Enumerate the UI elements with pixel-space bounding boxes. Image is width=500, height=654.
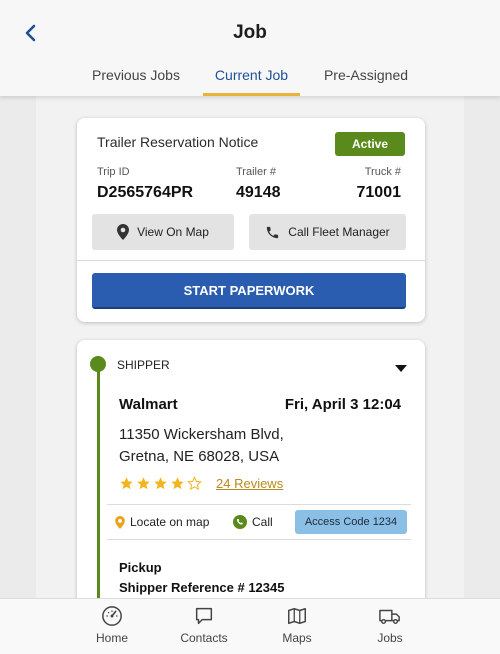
timeline-line [97, 368, 100, 598]
map-pin-icon [115, 515, 125, 529]
truck-value: 71001 [356, 184, 402, 201]
speedometer-icon [102, 606, 122, 626]
trip-id-label: Trip ID [97, 166, 130, 178]
tab-current-job[interactable]: Current Job [203, 56, 300, 96]
trailer-label: Trailer # [236, 166, 276, 178]
star-empty-icon [187, 476, 202, 491]
access-code-button[interactable]: Access Code 1234 [295, 510, 407, 534]
locate-on-map-button[interactable]: Locate on map [115, 505, 209, 539]
nav-contacts-label: Contacts [180, 631, 228, 645]
map-pin-icon [117, 224, 130, 240]
card-divider [77, 260, 425, 261]
phone-icon [267, 226, 279, 238]
nav-maps-label: Maps [282, 631, 312, 645]
trailer-value: 49148 [236, 184, 281, 201]
trip-id-value: D2565764PR [97, 184, 194, 201]
nav-maps[interactable]: Maps [257, 605, 337, 645]
status-badge: Active [335, 132, 405, 156]
nav-home-label: Home [95, 631, 128, 645]
nav-contacts[interactable]: Contacts [164, 605, 244, 645]
page-title: Job [233, 22, 267, 43]
appointment-datetime: Fri, April 3 12:04 [284, 396, 401, 413]
address-line-2: Gretna, NE 68028, USA [119, 448, 280, 465]
phone-circle-icon [233, 515, 247, 529]
shipper-actions: Locate on map Call Access Code 1234 [107, 504, 411, 540]
star-filled-icon [171, 477, 184, 490]
notice-title: Trailer Reservation Notice [97, 134, 259, 150]
truck-label: Truck # [364, 166, 401, 178]
star-filled-icon [154, 477, 167, 490]
star-rating [119, 476, 202, 491]
app-header: Job Previous Jobs Current Job Pre-Assign… [0, 0, 500, 96]
trip-card: Trailer Reservation Notice Active Trip I… [77, 118, 425, 322]
bottom-navigation: Home Contacts Maps Jobs [0, 598, 500, 654]
job-tabs: Previous Jobs Current Job Pre-Assigned [0, 56, 500, 96]
stop-type-label: SHIPPER [117, 358, 170, 372]
tab-previous-jobs[interactable]: Previous Jobs [80, 56, 192, 96]
collapse-toggle[interactable] [395, 360, 407, 378]
locate-on-map-label: Locate on map [130, 515, 210, 529]
truck-icon [379, 609, 400, 625]
nav-jobs-label: Jobs [377, 631, 403, 645]
shipper-card: SHIPPER Walmart Fri, April 3 12:04 11350… [77, 340, 425, 598]
chat-bubble-icon [195, 607, 213, 625]
star-filled-icon [120, 477, 133, 490]
tab-pre-assigned[interactable]: Pre-Assigned [312, 56, 420, 96]
reviews-link[interactable]: 24 Reviews [216, 476, 283, 491]
map-icon [288, 607, 306, 625]
nav-jobs[interactable]: Jobs [350, 605, 430, 645]
address-line-1: 11350 Wickersham Blvd, [119, 426, 284, 443]
shipper-name: Walmart [119, 396, 178, 413]
star-filled-icon [137, 477, 150, 490]
call-label: Call [252, 515, 273, 529]
view-on-map-button[interactable]: View On Map [92, 214, 234, 250]
caret-down-icon [395, 365, 407, 372]
call-button[interactable]: Call [233, 505, 273, 539]
start-paperwork-button[interactable]: START PAPERWORK [92, 273, 406, 309]
call-fleet-manager-button[interactable]: Call Fleet Manager [249, 214, 406, 250]
nav-home[interactable]: Home [72, 605, 152, 645]
job-content[interactable]: Trailer Reservation Notice Active Trip I… [36, 96, 464, 598]
shipper-reference: Shipper Reference # 12345 [119, 580, 285, 595]
view-on-map-label: View On Map [137, 225, 209, 239]
call-fleet-manager-label: Call Fleet Manager [288, 225, 390, 239]
timeline-dot [90, 356, 106, 372]
pickup-label: Pickup [119, 560, 162, 575]
